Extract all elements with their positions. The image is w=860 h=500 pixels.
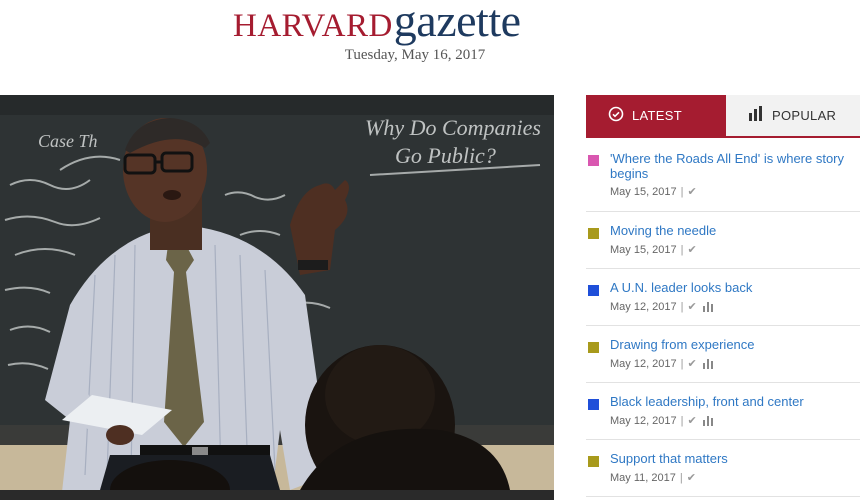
category-square-icon <box>588 285 599 296</box>
hero-photo[interactable]: Why Do Companies Go Public? Case Th <box>0 95 554 490</box>
article-meta: May 15, 2017 | ✔ <box>610 185 697 199</box>
tab-latest[interactable]: LATEST <box>586 95 726 138</box>
board-text-3: Case Th <box>38 131 98 151</box>
check-icon: ✔ <box>687 186 697 198</box>
article-date: May 15, 2017 <box>610 185 677 198</box>
check-icon: ✔ <box>687 415 697 427</box>
logo-harvard: HARVARD <box>233 8 393 44</box>
tab-popular[interactable]: POPULAR <box>726 95 860 138</box>
article-link[interactable]: 'Where the Roads All End' is where story… <box>610 151 850 181</box>
check-icon: ✔ <box>687 301 697 313</box>
chart-icon <box>702 358 713 369</box>
article-link[interactable]: Black leadership, front and center <box>610 394 850 409</box>
board-text-1: Why Do Companies <box>365 115 541 140</box>
harvard-gazette-logo[interactable]: HARVARDgazette <box>233 0 521 44</box>
list-item: Black leadership, front and center May 1… <box>586 383 860 440</box>
check-icon: ✔ <box>686 472 696 484</box>
board-text-2: Go Public? <box>395 143 496 168</box>
article-meta: May 12, 2017 | ✔ <box>610 414 713 427</box>
list-item: Support that matters May 11, 2017 | ✔ <box>586 440 860 497</box>
category-square-icon <box>588 456 599 467</box>
category-square-icon <box>588 155 599 166</box>
hero-caption-bar <box>0 490 554 500</box>
article-date: May 12, 2017 <box>610 300 677 313</box>
list-item: Drawing from experience May 12, 2017 | ✔ <box>586 326 860 383</box>
article-date: May 15, 2017 <box>610 243 677 256</box>
latest-articles-list: 'Where the Roads All End' is where story… <box>586 140 860 497</box>
clock-icon <box>608 106 624 125</box>
article-link[interactable]: Drawing from experience <box>610 337 850 352</box>
article-link[interactable]: Support that matters <box>610 451 850 466</box>
hero-illustration: Why Do Companies Go Public? Case Th <box>0 95 554 490</box>
article-meta: May 12, 2017 | ✔ <box>610 300 713 313</box>
article-date: May 12, 2017 <box>610 357 677 370</box>
article-date: May 12, 2017 <box>610 414 677 427</box>
dateline: Tuesday, May 16, 2017 <box>344 47 486 63</box>
bar-chart-icon <box>748 106 764 125</box>
chart-icon <box>702 415 713 426</box>
masthead: HARVARDgazette Tuesday, May 16, 2017 <box>0 0 860 95</box>
category-square-icon <box>588 228 599 239</box>
sidebar-tabs: LATEST POPULAR <box>586 95 860 140</box>
list-item: 'Where the Roads All End' is where story… <box>586 140 860 212</box>
tab-popular-label: POPULAR <box>772 108 837 123</box>
check-icon: ✔ <box>687 358 697 370</box>
article-meta: May 11, 2017 | ✔ <box>610 471 696 485</box>
chart-icon <box>702 301 713 312</box>
list-item: A U.N. leader looks back May 12, 2017 | ✔ <box>586 269 860 326</box>
check-icon: ✔ <box>687 244 697 256</box>
article-date: May 11, 2017 <box>610 471 676 484</box>
article-link[interactable]: Moving the needle <box>610 223 850 238</box>
tab-latest-label: LATEST <box>632 108 682 123</box>
list-item: Moving the needle May 15, 2017 | ✔ <box>586 212 860 269</box>
logo-gazette: gazette <box>393 0 521 46</box>
article-link[interactable]: A U.N. leader looks back <box>610 280 850 295</box>
category-square-icon <box>588 399 599 410</box>
article-meta: May 15, 2017 | ✔ <box>610 243 697 257</box>
article-meta: May 12, 2017 | ✔ <box>610 357 713 370</box>
category-square-icon <box>588 342 599 353</box>
